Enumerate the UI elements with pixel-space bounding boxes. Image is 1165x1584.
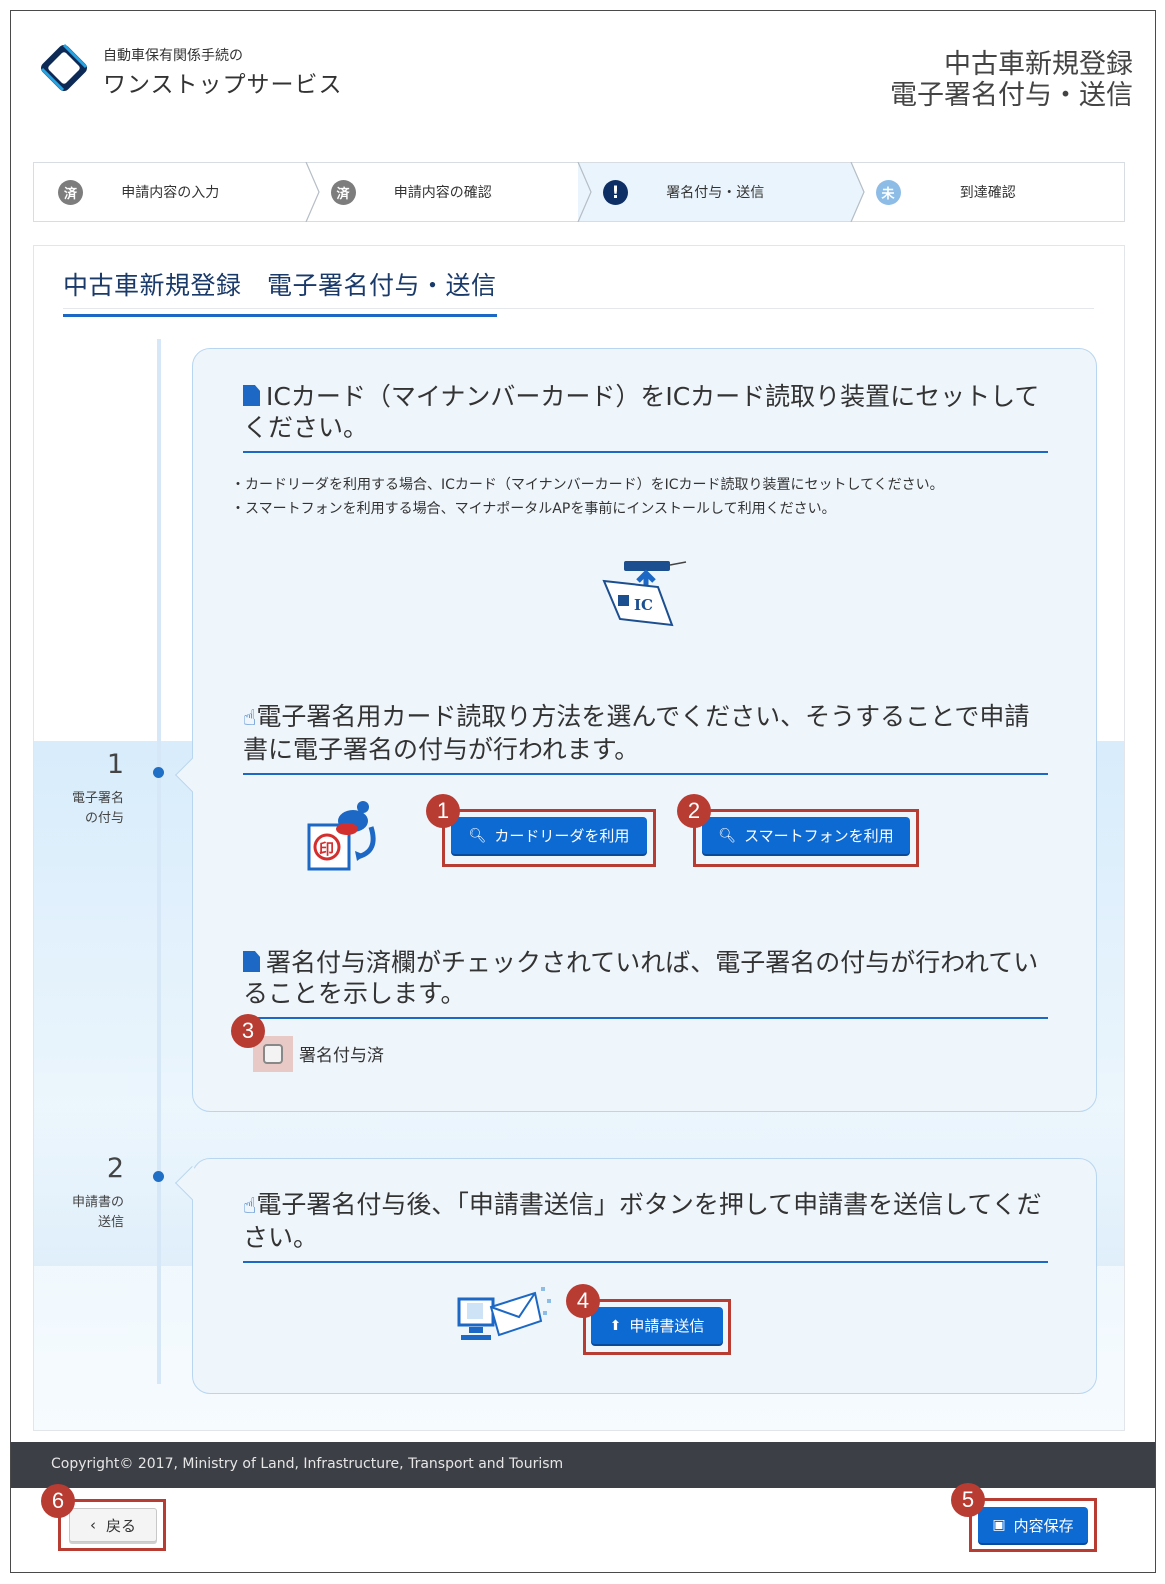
signed-check-heading-text: 署名付与済欄がチェックされていれば、電子署名の付与が行われていることを示します。: [243, 948, 1039, 1008]
service-name: ワンストップサービス: [103, 72, 343, 98]
save-button-label: 内容保存: [1013, 1516, 1074, 1535]
back-button-label: 戻る: [105, 1516, 136, 1535]
callout-badge-2: 2: [677, 794, 711, 828]
step-sign-send: ! 署名付与・送信: [579, 162, 865, 222]
stamp-label: 印: [319, 840, 334, 858]
timeline-label-line: 申請書の: [71, 1195, 124, 1210]
chevron-left-icon: ‹: [89, 1516, 96, 1534]
footer-bar: Copyright© 2017, Ministry of Land, Infra…: [11, 1442, 1155, 1488]
timeline-label-line: 電子署名: [71, 791, 124, 806]
signature-card: ICカード（マイナンバーカード）をICカード読取り装置にセットしてください。 ・…: [175, 348, 1097, 1112]
copyright-text: Copyright© 2017, Ministry of Land, Infra…: [51, 1456, 564, 1472]
callout-badge-6: 6: [41, 1484, 75, 1518]
send-heading: ☝電子署名付与後、「申請書送信」ボタンを押して申請書を送信してください。: [243, 1189, 1048, 1263]
computer-mail-icon: [455, 1281, 555, 1355]
send-card: ☝電子署名付与後、「申請書送信」ボタンを押して申請書を送信してください。 ⬆ 申…: [175, 1158, 1097, 1394]
note-smartphone: ・スマートフォンを利用する場合、マイナポータルAPを事前にインストールして利用く…: [231, 501, 836, 517]
timeline-dot: [153, 1171, 164, 1182]
step-confirm: 済 申請内容の確認: [307, 162, 592, 222]
pointer-hand-icon: ☝: [243, 706, 257, 731]
service-name-small: 自動車保有関係手続の: [103, 48, 243, 64]
title-divider: [63, 308, 1094, 309]
send-button-label: 申請書送信: [629, 1317, 705, 1335]
step-label: 到達確認: [959, 185, 1016, 201]
callout-badge-3: 3: [231, 1014, 265, 1048]
timeline-line: [157, 339, 161, 1384]
upload-icon: ⬆: [609, 1317, 622, 1334]
header-title-line1: 中古車新規登録: [944, 49, 1133, 80]
callout-badge-4: 4: [566, 1284, 600, 1318]
stamp-icon: 印: [303, 797, 383, 879]
callout-badge-5: 5: [951, 1483, 985, 1517]
step-separator-icon: [849, 162, 865, 222]
floppy-disk-icon: ▣: [992, 1517, 1006, 1533]
timeline-step-label: 電子署名 の付与: [34, 789, 124, 829]
progress-steps: 済 申請内容の入力 済 申請内容の確認 ! 署名付与・送信 未 到達確認: [33, 162, 1125, 222]
card-reader-button-label: カードリーダを利用: [494, 827, 630, 845]
note-card-reader: ・カードリーダを利用する場合、ICカード（マイナンバーカード）をICカード読取り…: [231, 477, 944, 493]
pointer-hand-icon: ☝: [243, 1194, 257, 1219]
ic-card-heading-text: ICカード（マイナンバーカード）をICカード読取り装置にセットしてください。: [243, 382, 1040, 442]
ic-label: IC: [634, 596, 653, 614]
ic-card-heading: ICカード（マイナンバーカード）をICカード読取り装置にセットしてください。: [243, 381, 1048, 453]
send-heading-text: 電子署名付与後、「申請書送信」ボタンを押して申請書を送信してください。: [243, 1190, 1042, 1252]
signed-check-heading: 署名付与済欄がチェックされていれば、電子署名の付与が行われていることを示します。: [243, 947, 1048, 1019]
header-title-line2: 電子署名付与・送信: [890, 80, 1133, 111]
send-application-button[interactable]: ⬆ 申請書送信: [591, 1307, 723, 1344]
signed-checkbox-label: 署名付与済: [299, 1046, 384, 1066]
callout-badge-1: 1: [426, 794, 460, 828]
signed-checkbox[interactable]: [263, 1044, 283, 1064]
step-separator-icon: [304, 162, 320, 222]
timeline-step-number: 2: [106, 1153, 124, 1184]
page-title: 中古車新規登録 電子署名付与・送信: [63, 266, 497, 317]
step-label: 申請内容の確認: [393, 185, 492, 201]
read-method-heading: ☝電子署名用カード読取り方法を選んでください、そうすることで申請書に電子署名の付…: [243, 701, 1048, 775]
timeline-label-line: の付与: [84, 811, 124, 826]
header-title: 中古車新規登録 電子署名付与・送信: [890, 49, 1133, 111]
document-icon: [243, 385, 260, 406]
back-button[interactable]: ‹ 戻る: [69, 1508, 157, 1542]
document-icon: [243, 951, 260, 972]
smartphone-button[interactable]: 🔍︎ スマートフォンを利用: [702, 817, 910, 854]
step-label: 署名付与・送信: [666, 185, 765, 201]
step-arrival: 未 到達確認: [852, 163, 1125, 221]
timeline-step-number: 1: [106, 749, 124, 780]
timeline-step-label: 申請書の 送信: [34, 1193, 124, 1233]
key-icon: 🔍︎: [718, 827, 737, 844]
page-frame: 自動車保有関係手続の ワンストップサービス 中古車新規登録 電子署名付与・送信 …: [10, 10, 1156, 1573]
timeline-dot: [153, 767, 164, 778]
service-logo-icon: [34, 38, 94, 102]
save-button[interactable]: ▣ 内容保存: [978, 1507, 1088, 1543]
ic-card-reader-icon: IC: [598, 553, 688, 637]
main-panel: 中古車新規登録 電子署名付与・送信 1 電子署名 の付与 2 申請書の 送信 I…: [33, 245, 1125, 1431]
key-icon: 🔍︎: [468, 827, 487, 844]
smartphone-button-label: スマートフォンを利用: [744, 827, 894, 845]
instruction-note: ・カードリーダを利用する場合、ICカード（マイナンバーカード）をICカード読取り…: [231, 473, 1051, 521]
read-method-heading-text: 電子署名用カード読取り方法を選んでください、そうすることで申請書に電子署名の付与…: [243, 702, 1030, 764]
timeline-label-line: 送信: [97, 1215, 124, 1230]
step-separator-icon: [577, 162, 592, 222]
card-reader-button[interactable]: 🔍︎ カードリーダを利用: [451, 817, 647, 854]
step-input: 済 申請内容の入力: [34, 162, 320, 222]
step-label: 申請内容の入力: [121, 185, 220, 201]
